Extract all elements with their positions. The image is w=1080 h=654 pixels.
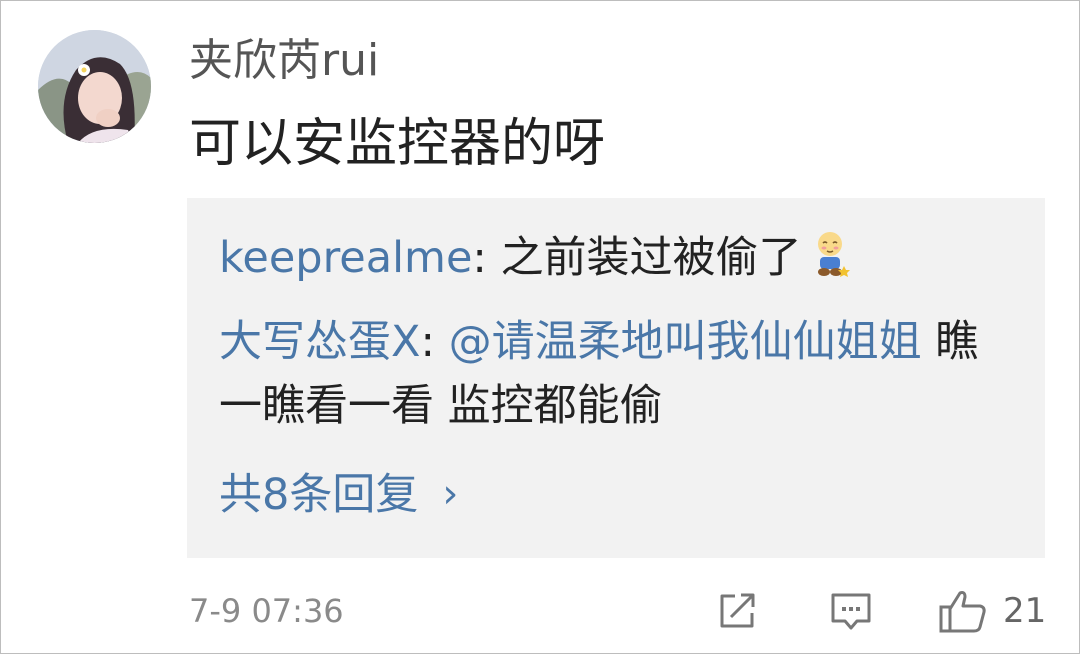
- reply-text: 之前装过被偷了: [500, 233, 802, 283]
- comment-text: 可以安监控器的呀: [189, 114, 606, 174]
- thumbs-up-icon: [939, 591, 986, 633]
- like-count: 21: [1003, 591, 1047, 631]
- reply-separator: :: [420, 317, 449, 367]
- like-button[interactable]: 21: [937, 587, 1057, 635]
- comment-card: 夹欣芮rui 可以安监控器的呀 keeprealme: 之前装过被偷了 大写怂蛋…: [0, 0, 1080, 654]
- more-replies-link[interactable]: 共8条回复 ›: [219, 462, 458, 527]
- reply-username[interactable]: 大写怂蛋X: [219, 317, 420, 367]
- more-replies-label: 共8条回复: [219, 470, 419, 520]
- reply-item[interactable]: 大写怂蛋X: @请温柔地叫我仙仙姐姐 瞧一瞧看一看 监控都能偷: [219, 310, 1019, 438]
- username[interactable]: 夹欣芮rui: [189, 31, 379, 91]
- comment-icon: [831, 593, 871, 630]
- avatar-image: [38, 30, 151, 143]
- replies-box[interactable]: keeprealme: 之前装过被偷了 大写怂蛋X: @请温柔地叫我仙仙姐姐 瞧…: [187, 198, 1045, 558]
- timestamp: 7-9 07:36: [189, 592, 344, 630]
- reply-mention[interactable]: @请温柔地叫我仙仙姐姐: [449, 317, 922, 367]
- reply-separator: :: [472, 233, 501, 283]
- shy-sitting-emoji-icon: [810, 230, 852, 278]
- reply-item[interactable]: keeprealme: 之前装过被偷了: [219, 226, 1019, 290]
- share-button[interactable]: [713, 587, 761, 635]
- comment-button[interactable]: [827, 587, 875, 635]
- reply-username[interactable]: keeprealme: [219, 233, 472, 283]
- avatar[interactable]: [38, 30, 151, 143]
- chevron-right-icon: ›: [442, 471, 459, 517]
- share-icon: [720, 593, 755, 628]
